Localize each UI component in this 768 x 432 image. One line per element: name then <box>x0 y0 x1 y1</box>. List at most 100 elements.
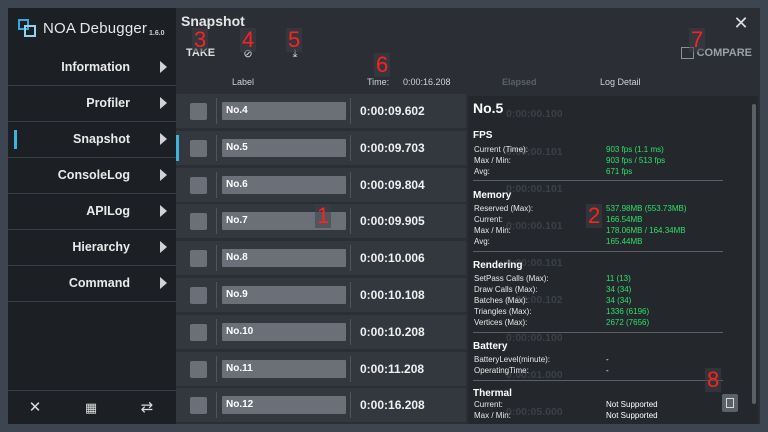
row-time: 0:00:09.602 <box>360 104 425 118</box>
sidebar-item-snapshot[interactable]: Snapshot <box>8 122 176 158</box>
sidebar-item-consolelog[interactable]: ConsoleLog <box>8 158 176 194</box>
main-panel: Snapshot ✕ TAKE ⊘ ⤓ COMPARE Label Time: … <box>176 8 760 424</box>
swap-arrows-icon[interactable]: ⇄ <box>136 397 158 419</box>
table-row[interactable]: No.12 0:00:16.208 <box>176 388 466 423</box>
row-label-field[interactable]: No.9 <box>222 285 346 304</box>
annotation-1: 1 <box>315 203 332 228</box>
drawcalls-value: 34 (34) <box>606 285 632 294</box>
batches-value: 34 (34) <box>606 296 632 305</box>
ghost-elapsed: 0:00:00.101 <box>506 220 563 232</box>
thermal-current-key: Current: <box>474 400 503 409</box>
thermal-current-value: Not Supported <box>606 400 658 409</box>
row-time: 0:00:09.703 <box>360 140 425 155</box>
fps-avg-value: 671 fps <box>606 167 633 176</box>
row-checkbox[interactable] <box>190 323 207 341</box>
sidebar-nav: Information Profiler Snapshot ConsoleLog… <box>8 50 176 302</box>
copy-icon[interactable] <box>722 394 738 412</box>
row-time: 0:00:16.208 <box>360 398 425 413</box>
sidebar-item-command[interactable]: Command <box>8 266 176 302</box>
row-label-field[interactable]: No.4 <box>222 102 346 120</box>
memory-maxmin-key: Max / Min: <box>474 226 511 235</box>
chevron-right-icon <box>160 169 167 181</box>
operating-time-value: - <box>606 366 609 375</box>
sidebar-item-information[interactable]: Information <box>8 50 176 86</box>
vertices-value: 2672 (7656) <box>606 318 650 327</box>
detail-scrollbar[interactable] <box>752 104 756 404</box>
setpass-value: 11 (13) <box>606 274 631 283</box>
row-time: 0:00:10.108 <box>360 287 425 302</box>
table-row[interactable]: No.10 0:00:10.208 <box>176 314 466 349</box>
snapshot-list: No.4 0:00:09.602 No.5 0:00:09.703 No.6 0… <box>176 94 466 424</box>
sidebar-item-profiler[interactable]: Profiler <box>8 86 176 122</box>
row-label-field[interactable]: No.5 <box>222 138 346 157</box>
triangles-value: 1336 (6196) <box>606 307 650 316</box>
row-label-field[interactable]: No.12 <box>222 396 346 415</box>
ghost-elapsed: 0:00:00.101 <box>506 183 563 195</box>
sidebar-item-label: APILog <box>86 204 130 218</box>
sidebar-item-label: Command <box>68 276 130 290</box>
close-icon[interactable]: ✕ <box>24 397 46 419</box>
operating-time-key: OperatingTime: <box>474 366 529 375</box>
divider <box>473 180 723 181</box>
page-title: Snapshot <box>181 13 245 29</box>
sidebar: NOA Debugger 1.6.0 Information Profiler … <box>8 8 176 424</box>
setpass-key: SetPass Calls (Max): <box>474 274 549 283</box>
sidebar-item-label: ConsoleLog <box>57 168 130 182</box>
fps-current-value: 903 fps (1.1 ms) <box>606 145 664 154</box>
table-row[interactable]: No.6 0:00:09.804 <box>176 167 466 202</box>
ghost-elapsed: 0:00:00.100 <box>506 332 563 344</box>
thermal-maxmin-key: Max / Min: <box>474 411 511 420</box>
row-label-field[interactable]: No.11 <box>222 359 346 378</box>
row-checkbox[interactable] <box>190 360 207 378</box>
row-time: 0:00:10.208 <box>360 324 425 339</box>
app-version: 1.6.0 <box>149 30 165 37</box>
close-window-icon[interactable]: ✕ <box>732 14 750 32</box>
row-checkbox[interactable] <box>190 286 207 304</box>
vertices-key: Vertices (Max): <box>474 318 528 327</box>
battery-section-title: Battery <box>473 341 508 352</box>
chevron-right-icon <box>160 133 167 145</box>
fps-maxmin-value: 903 fps / 513 fps <box>606 156 666 165</box>
fps-maxmin-key: Max / Min: <box>474 156 511 165</box>
chevron-right-icon <box>160 241 167 253</box>
sidebar-item-label: Profiler <box>86 96 130 110</box>
divider <box>473 380 723 381</box>
sidebar-item-apilog[interactable]: APILog <box>8 194 176 230</box>
annotation-8: 8 <box>705 367 722 392</box>
divider <box>473 251 723 252</box>
fps-section-title: FPS <box>473 130 493 141</box>
row-label-field[interactable]: No.6 <box>222 175 346 194</box>
row-time: 0:00:09.905 <box>360 214 425 229</box>
memory-reserved-key: Reserved (Max): <box>474 204 534 213</box>
row-checkbox[interactable] <box>190 213 207 231</box>
annotation-5: 5 <box>286 27 303 52</box>
row-time: 0:00:09.804 <box>360 177 425 192</box>
fps-current-key: Current (Time): <box>474 145 528 154</box>
sidebar-item-label: Snapshot <box>73 132 130 146</box>
selected-indicator <box>176 134 179 161</box>
battery-level-key: BatteryLevel(minute): <box>474 355 551 364</box>
table-row[interactable]: No.8 0:00:10.006 <box>176 241 466 276</box>
annotation-2: 2 <box>586 203 603 228</box>
row-checkbox[interactable] <box>190 397 207 415</box>
row-checkbox[interactable] <box>190 103 207 120</box>
table-row[interactable]: No.5 0:00:09.703 <box>176 130 466 165</box>
ghost-elapsed: 0:00:00.100 <box>506 108 563 120</box>
thermal-section-title: Thermal <box>473 388 512 399</box>
batches-key: Batches (Max): <box>474 296 528 305</box>
memory-reserved-value: 537.98MB (553.73MB) <box>606 204 687 213</box>
row-checkbox[interactable] <box>190 176 207 194</box>
row-checkbox[interactable] <box>190 250 207 268</box>
table-row[interactable]: No.11 0:00:11.208 <box>176 351 466 386</box>
time-total: 0:00:16.208 <box>403 77 451 87</box>
row-checkbox[interactable] <box>190 139 207 157</box>
sidebar-item-hierarchy[interactable]: Hierarchy <box>8 230 176 266</box>
active-indicator <box>14 130 17 149</box>
row-label-field[interactable]: No.8 <box>222 249 346 268</box>
grid-icon[interactable]: ▦ <box>80 397 102 419</box>
row-label-field[interactable]: No.10 <box>222 322 346 341</box>
table-row[interactable]: No.9 0:00:10.108 <box>176 277 466 312</box>
row-time: 0:00:10.006 <box>360 251 425 266</box>
table-row[interactable]: No.4 0:00:09.602 <box>176 94 466 128</box>
annotation-7: 7 <box>689 27 706 52</box>
